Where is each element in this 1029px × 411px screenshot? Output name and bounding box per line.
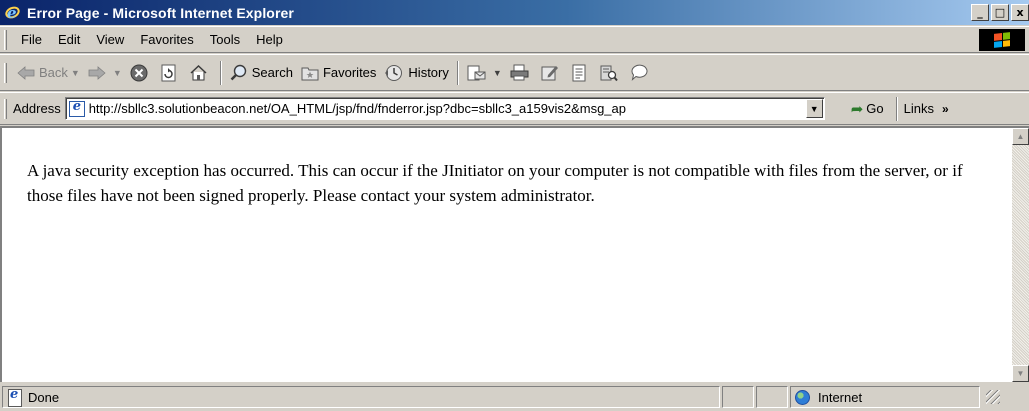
research-icon — [599, 64, 618, 82]
title-bar[interactable]: e Error Page - Microsoft Internet Explor… — [0, 0, 1029, 25]
edit-icon — [541, 64, 559, 81]
status-bar: Done Internet — [0, 383, 1029, 411]
windows-logo-icon — [979, 29, 1025, 51]
links-label: Links — [903, 101, 934, 116]
address-field[interactable]: http://sbllc3.solutionbeacon.net/OA_HTML… — [64, 97, 825, 120]
back-arrow-icon — [17, 65, 35, 80]
mail-button[interactable]: ▼ — [463, 59, 506, 87]
menu-help[interactable]: Help — [248, 32, 291, 47]
menu-file[interactable]: File — [13, 32, 50, 47]
go-label: Go — [866, 101, 884, 116]
favorites-icon — [301, 65, 319, 81]
status-panel: Done — [2, 386, 720, 408]
history-button[interactable]: History — [380, 59, 452, 87]
home-button[interactable] — [185, 59, 216, 87]
page-done-icon — [6, 387, 22, 407]
search-icon — [230, 64, 248, 82]
menu-favorites[interactable]: Favorites — [132, 32, 201, 47]
window-title: Error Page - Microsoft Internet Explorer — [27, 4, 294, 21]
forward-arrow-icon — [88, 65, 106, 80]
stop-icon — [130, 64, 148, 82]
menu-tools[interactable]: Tools — [202, 32, 248, 47]
toolbar-grip[interactable] — [4, 62, 7, 83]
standard-toolbar: Back ▼ ▼ Search Favorites History ▼ — [0, 54, 1029, 91]
address-bar: Address http://sbllc3.solutionbeacon.net… — [0, 92, 1029, 125]
search-button[interactable]: Search — [226, 59, 297, 87]
error-message: A java security exception has occurred. … — [27, 161, 963, 205]
go-button[interactable]: ➦ Go — [851, 100, 884, 118]
page-content: A java security exception has occurred. … — [2, 128, 1012, 382]
status-text: Done — [28, 389, 60, 405]
internet-explorer-icon: e — [3, 4, 22, 22]
vertical-scrollbar[interactable]: ▲ ▼ — [1012, 128, 1029, 382]
forward-button[interactable]: ▼ — [84, 59, 126, 87]
research-button[interactable] — [595, 59, 626, 87]
document-icon — [571, 64, 587, 82]
scroll-down-button[interactable]: ▼ — [1012, 365, 1029, 382]
globe-icon — [795, 389, 810, 405]
stop-button[interactable] — [126, 59, 156, 87]
refresh-icon — [160, 64, 177, 82]
close-button[interactable]: x — [1011, 4, 1029, 21]
history-icon — [384, 64, 404, 82]
zone-label: Internet — [818, 389, 863, 405]
toolbar-separator — [895, 96, 898, 121]
home-icon — [189, 64, 208, 82]
go-arrow-icon: ➦ — [850, 100, 864, 118]
minimize-button[interactable]: _ — [971, 4, 989, 21]
mail-icon — [467, 64, 486, 82]
resize-grip-icon[interactable] — [986, 390, 1000, 404]
printer-icon — [510, 64, 529, 81]
menu-bar: File Edit View Favorites Tools Help — [0, 26, 1029, 53]
page-icon — [68, 99, 85, 117]
maximize-button[interactable]: □ — [991, 4, 1009, 21]
scroll-up-button[interactable]: ▲ — [1012, 128, 1029, 145]
menu-bar-grip[interactable] — [4, 29, 7, 50]
address-url[interactable]: http://sbllc3.solutionbeacon.net/OA_HTML… — [89, 101, 806, 116]
page-viewport: A java security exception has occurred. … — [0, 126, 1029, 382]
menu-edit[interactable]: Edit — [50, 32, 88, 47]
security-zone-panel[interactable]: Internet — [790, 386, 980, 408]
back-dropdown-icon[interactable]: ▼ — [71, 68, 80, 78]
toolbar-separator — [456, 60, 459, 85]
status-panel-empty — [722, 386, 754, 408]
history-label: History — [408, 65, 449, 80]
chevron-right-icon[interactable]: » — [942, 102, 949, 116]
status-panel-empty — [756, 386, 788, 408]
print-button[interactable] — [506, 59, 537, 87]
back-label: Back — [39, 65, 68, 80]
forward-dropdown-icon[interactable]: ▼ — [113, 68, 122, 78]
toolbar-separator — [219, 60, 222, 85]
window-controls: _ □ x — [969, 4, 1029, 21]
messenger-button[interactable] — [626, 59, 657, 87]
search-label: Search — [251, 65, 293, 80]
back-button[interactable]: Back ▼ — [13, 59, 84, 87]
discuss-button[interactable] — [567, 59, 595, 87]
address-bar-grip[interactable] — [4, 98, 7, 119]
menu-view[interactable]: View — [88, 32, 132, 47]
edit-page-button[interactable] — [537, 59, 567, 87]
address-dropdown-icon[interactable]: ▼ — [805, 99, 823, 118]
mail-dropdown-icon[interactable]: ▼ — [493, 68, 502, 78]
messenger-icon — [630, 64, 649, 81]
links-button[interactable]: Links » — [904, 101, 949, 116]
refresh-button[interactable] — [156, 59, 185, 87]
favorites-label: Favorites — [322, 65, 377, 80]
favorites-button[interactable]: Favorites — [297, 59, 380, 87]
address-label: Address — [13, 101, 61, 116]
